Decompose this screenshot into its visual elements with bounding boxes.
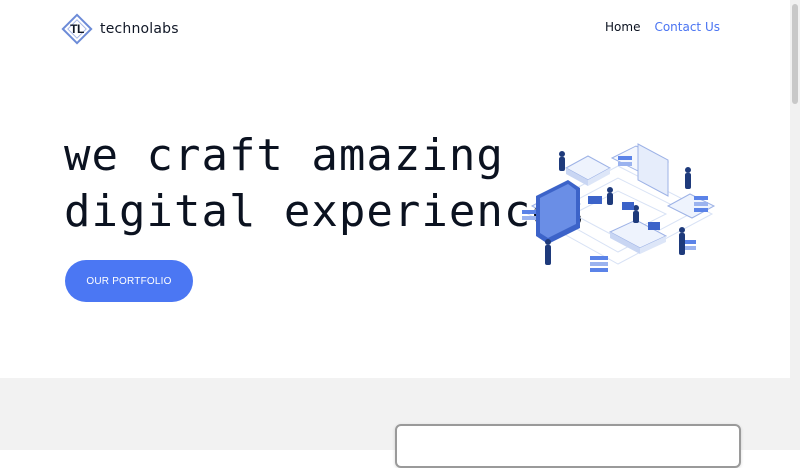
hero-title: we craft amazing digital experiences (64, 128, 586, 240)
content-card (395, 424, 741, 468)
content-section (0, 378, 790, 468)
nav-home-link[interactable]: Home (605, 20, 640, 34)
page-scrollbar[interactable] (790, 0, 800, 450)
nav-contact-link[interactable]: Contact Us (654, 20, 720, 34)
logo-letters: TL (70, 22, 84, 36)
logo-mark-icon: TL (61, 13, 93, 45)
isometric-office-illustration-icon (522, 143, 716, 272)
hero-title-line-1: we craft amazing (64, 130, 504, 181)
brand-name: technolabs (100, 21, 179, 37)
portfolio-button[interactable]: OUR PORTFOLIO (65, 260, 193, 302)
hero-title-line-2: digital experiences (64, 186, 587, 237)
main-nav: Home Contact Us (605, 20, 720, 34)
logo[interactable]: TL technolabs (61, 10, 179, 48)
site-header: TL technolabs Home Contact Us (0, 0, 790, 60)
scrollbar-thumb[interactable] (792, 4, 798, 104)
